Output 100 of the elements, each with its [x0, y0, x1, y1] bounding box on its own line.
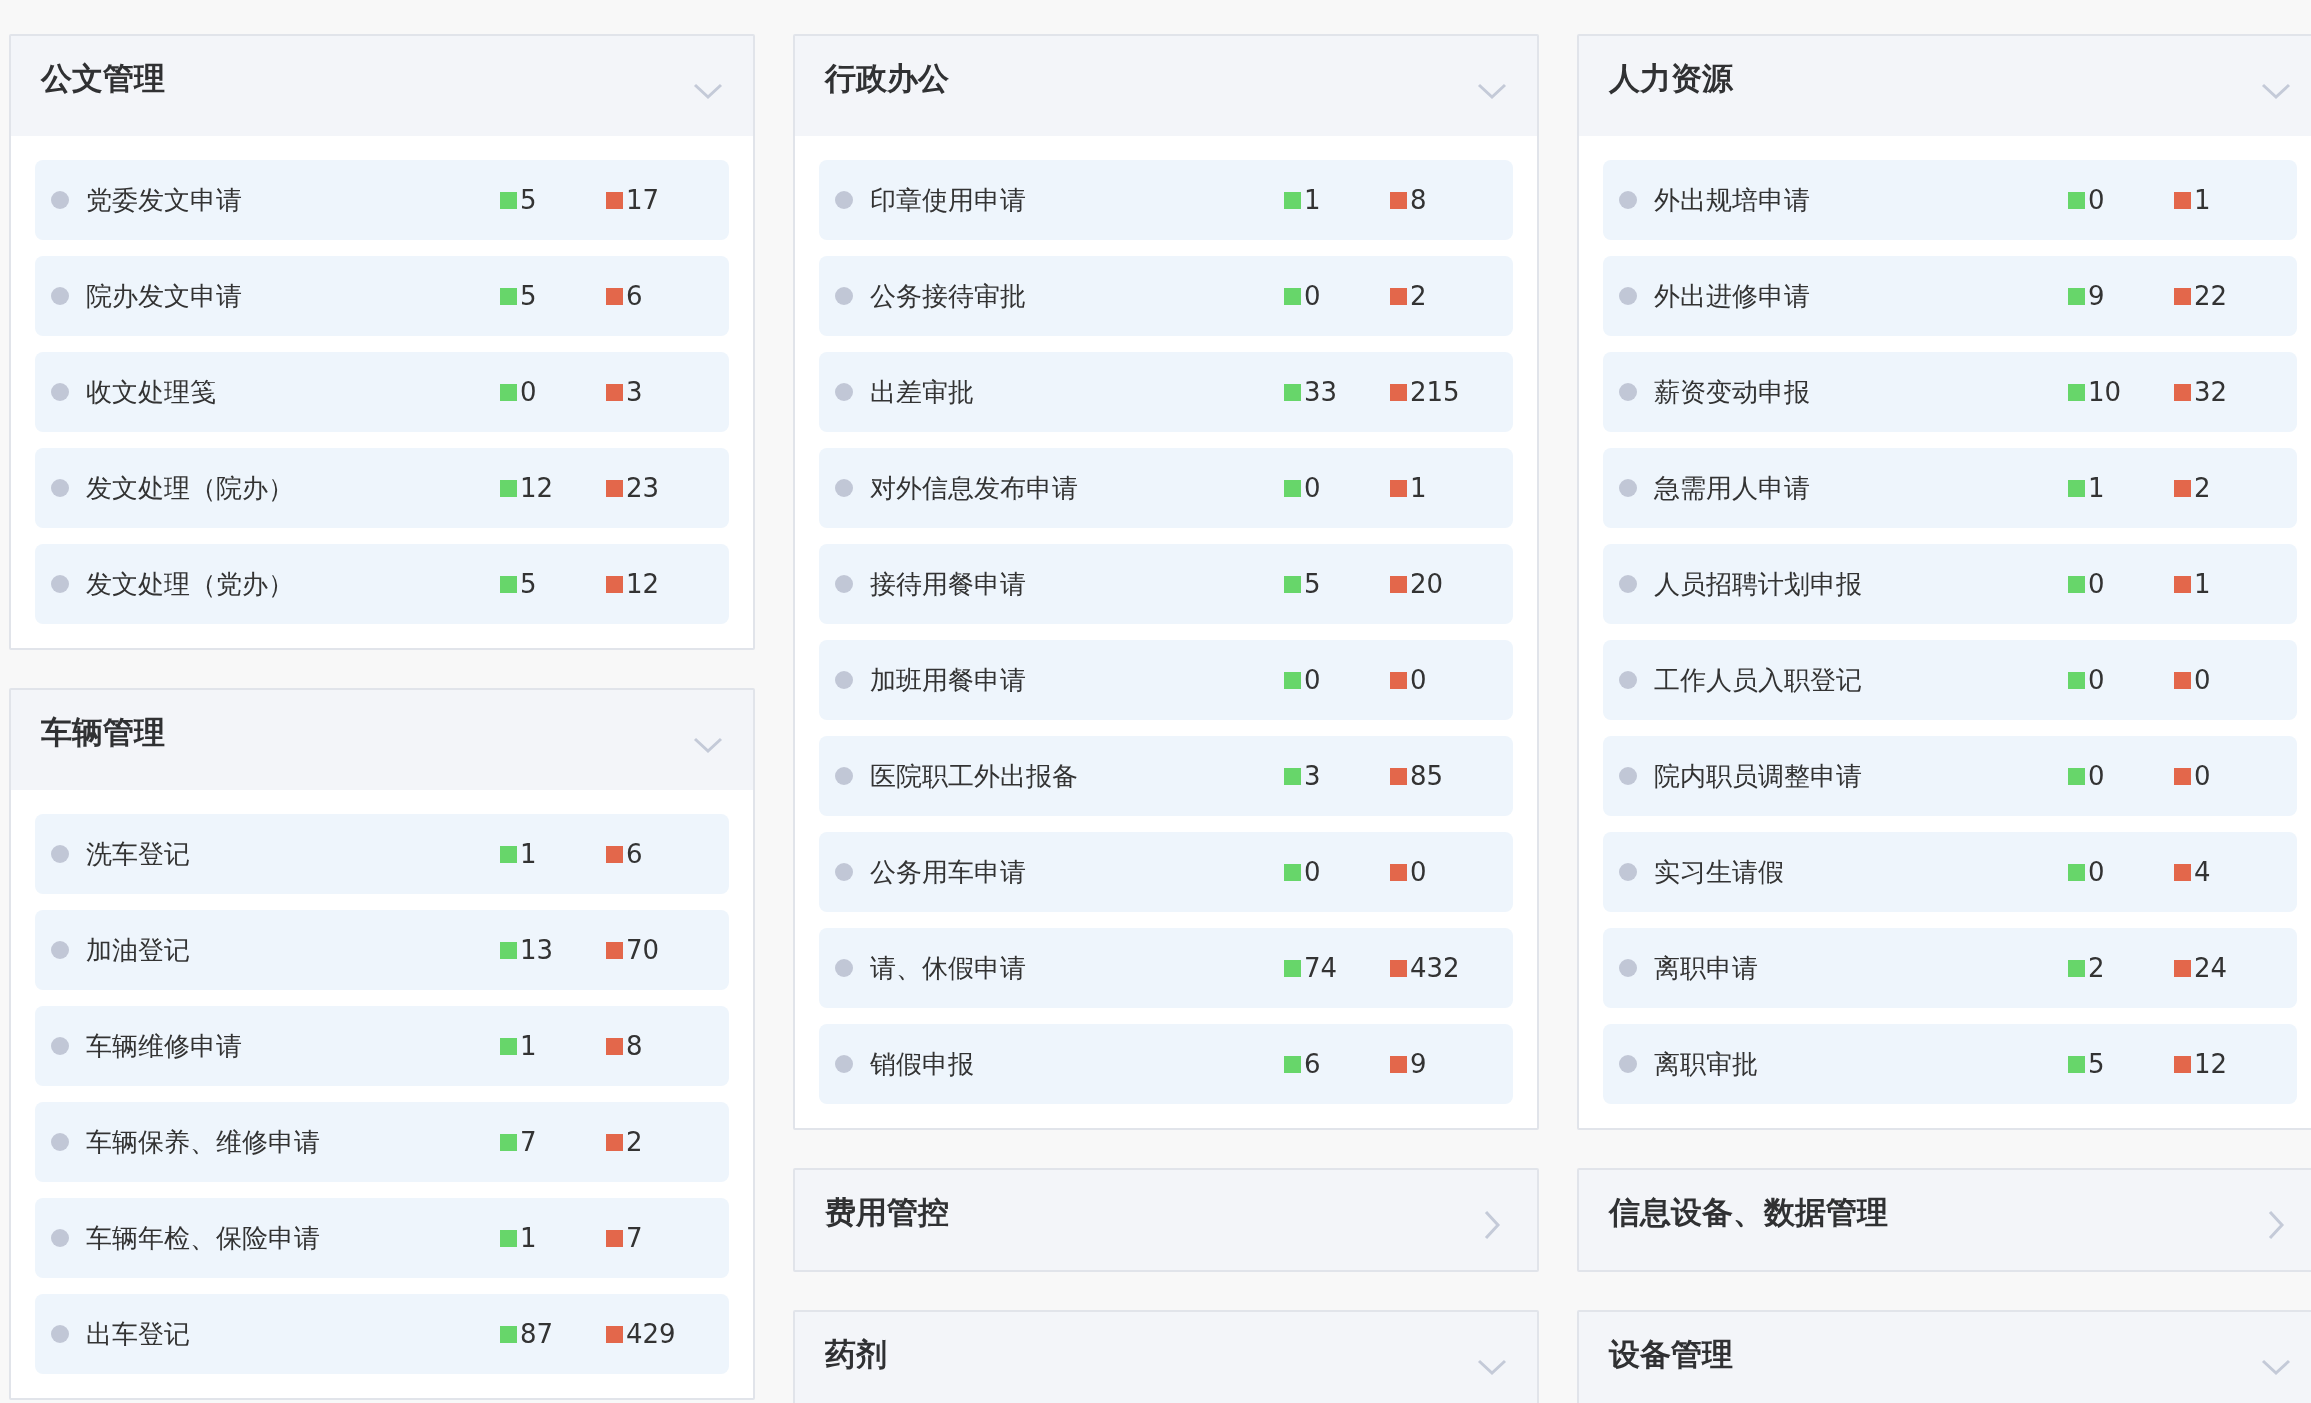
list-item[interactable]: 出车登记 87 429	[35, 1294, 729, 1374]
count: 85	[1410, 761, 1444, 791]
chevron-down-icon[interactable]	[693, 735, 723, 755]
list-item[interactable]: 发文处理（院办） 12 23	[35, 448, 729, 528]
list-item[interactable]: 车辆保养、维修申请 7 2	[35, 1102, 729, 1182]
list-item[interactable]: 对外信息发布申请 0 1	[819, 448, 1513, 528]
square-icon	[2068, 383, 2085, 401]
list-item[interactable]: 公务接待审批 0 2	[819, 256, 1513, 336]
list-item[interactable]: 离职审批 5 12	[1603, 1024, 2297, 1104]
count: 0	[1304, 281, 1321, 311]
list-item[interactable]: 加油登记 13 70	[35, 910, 729, 990]
dot-icon	[1619, 671, 1637, 689]
count: 9	[1410, 1049, 1427, 1079]
list-item[interactable]: 出差审批 33 215	[819, 352, 1513, 432]
count: 3	[1304, 761, 1321, 791]
item-name: 党委发文申请	[86, 183, 243, 217]
dot-icon	[1619, 767, 1637, 785]
panel-header[interactable]: 费用管控	[795, 1170, 1537, 1270]
count: 20	[1410, 569, 1444, 599]
square-icon	[1390, 959, 1407, 977]
list-item[interactable]: 公务用车申请 0 0	[819, 832, 1513, 912]
list-item[interactable]: 加班用餐申请 0 0	[819, 640, 1513, 720]
square-icon	[606, 287, 623, 305]
dot-icon	[835, 383, 853, 401]
panel-title: 费用管控	[825, 1193, 949, 1232]
count: 22	[2194, 281, 2228, 311]
list-item[interactable]: 请、休假申请 74 432	[819, 928, 1513, 1008]
count: 32	[2194, 377, 2228, 407]
panel-header[interactable]: 信息设备、数据管理	[1579, 1170, 2311, 1270]
chevron-right-icon[interactable]	[2267, 1210, 2285, 1240]
list-item[interactable]: 薪资变动申报 10 32	[1603, 352, 2297, 432]
list-item[interactable]: 发文处理（党办） 5 12	[35, 544, 729, 624]
list-item[interactable]: 销假申报 6 9	[819, 1024, 1513, 1104]
list-item[interactable]: 印章使用申请 1 8	[819, 160, 1513, 240]
item-name: 离职审批	[1654, 1047, 1759, 1081]
square-icon	[1284, 1055, 1301, 1073]
item-name: 收文处理笺	[86, 375, 217, 409]
square-icon	[1390, 767, 1407, 785]
square-icon	[606, 191, 623, 209]
item-name: 对外信息发布申请	[870, 471, 1079, 505]
item-name: 公务接待审批	[870, 279, 1027, 313]
panel-header[interactable]: 行政办公	[795, 36, 1537, 136]
item-name: 出差审批	[870, 375, 975, 409]
item-name: 印章使用申请	[870, 183, 1027, 217]
list-item[interactable]: 离职申请 2 24	[1603, 928, 2297, 1008]
square-icon	[2068, 479, 2085, 497]
count: 0	[1304, 857, 1321, 887]
list-item[interactable]: 洗车登记 1 6	[35, 814, 729, 894]
panel-header[interactable]: 公文管理	[11, 36, 753, 136]
panel-header[interactable]: 人力资源	[1579, 36, 2311, 136]
count: 6	[1304, 1049, 1321, 1079]
dot-icon	[51, 1229, 69, 1247]
item-name: 发文处理（党办）	[86, 567, 295, 601]
square-icon	[606, 1325, 623, 1343]
list-item[interactable]: 人员招聘计划申报 0 1	[1603, 544, 2297, 624]
list-item[interactable]: 车辆年检、保险申请 1 7	[35, 1198, 729, 1278]
dot-icon	[835, 959, 853, 977]
list-item[interactable]: 外出进修申请 9 22	[1603, 256, 2297, 336]
chevron-right-icon[interactable]	[1483, 1210, 1501, 1240]
count: 2	[2088, 953, 2105, 983]
panel-title: 车辆管理	[41, 713, 165, 752]
dot-icon	[835, 287, 853, 305]
panel-header[interactable]: 车辆管理	[11, 690, 753, 790]
panel-header[interactable]: 设备管理	[1579, 1312, 2311, 1403]
list-item[interactable]: 接待用餐申请 5 20	[819, 544, 1513, 624]
list-item[interactable]: 党委发文申请 5 17	[35, 160, 729, 240]
count: 0	[1304, 665, 1321, 695]
list-item[interactable]: 实习生请假 0 4	[1603, 832, 2297, 912]
panel-header[interactable]: 药剂	[795, 1312, 1537, 1403]
item-name: 人员招聘计划申报	[1654, 567, 1863, 601]
square-icon	[1284, 575, 1301, 593]
count: 74	[1304, 953, 1338, 983]
chevron-down-icon[interactable]	[2261, 1357, 2291, 1377]
square-icon	[500, 191, 517, 209]
square-icon	[606, 1133, 623, 1151]
square-icon	[2174, 383, 2191, 401]
list-item[interactable]: 车辆维修申请 1 8	[35, 1006, 729, 1086]
chevron-down-icon[interactable]	[1477, 81, 1507, 101]
square-icon	[2174, 575, 2191, 593]
dot-icon	[51, 479, 69, 497]
list-item[interactable]: 院办发文申请 5 6	[35, 256, 729, 336]
square-icon	[2068, 575, 2085, 593]
panel-title: 公文管理	[41, 59, 165, 98]
count: 3	[626, 377, 643, 407]
list-item[interactable]: 外出规培申请 0 1	[1603, 160, 2297, 240]
chevron-down-icon[interactable]	[2261, 81, 2291, 101]
chevron-down-icon[interactable]	[1477, 1357, 1507, 1377]
chevron-down-icon[interactable]	[693, 81, 723, 101]
list-item[interactable]: 工作人员入职登记 0 0	[1603, 640, 2297, 720]
list-item[interactable]: 医院职工外出报备 3 85	[819, 736, 1513, 816]
list-item[interactable]: 收文处理笺 0 3	[35, 352, 729, 432]
panel-title: 行政办公	[825, 59, 949, 98]
count: 2	[626, 1127, 643, 1157]
list-item[interactable]: 院内职员调整申请 0 0	[1603, 736, 2297, 816]
dot-icon	[51, 287, 69, 305]
count: 10	[2088, 377, 2122, 407]
square-icon	[1284, 671, 1301, 689]
panel-title: 信息设备、数据管理	[1609, 1193, 1888, 1232]
square-icon	[500, 479, 517, 497]
list-item[interactable]: 急需用人申请 1 2	[1603, 448, 2297, 528]
